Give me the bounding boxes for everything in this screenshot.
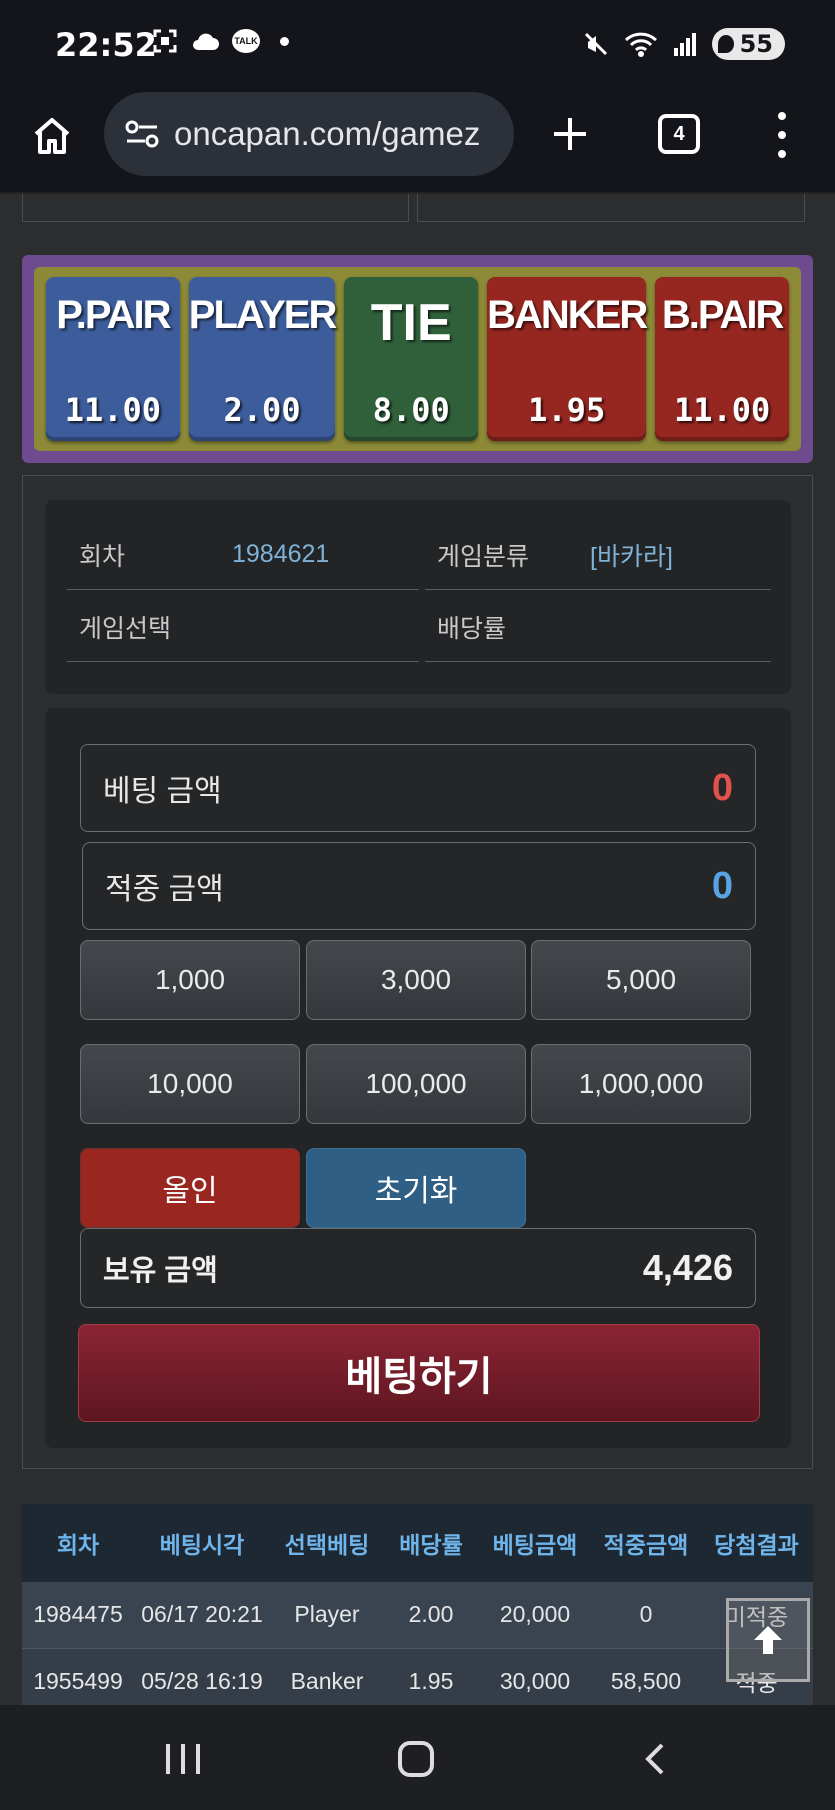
info-odds: 배당률	[425, 592, 771, 662]
table-cell: 0	[592, 1582, 700, 1648]
recent-apps-icon[interactable]	[166, 1744, 200, 1774]
win-amount-value: 0	[711, 864, 733, 907]
bet-option-label: B.PAIR	[661, 293, 785, 337]
status-icons-right: 55	[582, 28, 785, 60]
table-header-row: 회차 베팅시각 선택베팅 배당률 베팅금액 적중금액 당첨결과	[22, 1504, 813, 1582]
bet-history-table: 회차 베팅시각 선택베팅 배당률 베팅금액 적중금액 당첨결과 1984475 …	[22, 1504, 813, 1714]
bet-option-player-pair[interactable]: P.PAIR 11.00	[46, 277, 180, 441]
column-header: 베팅시각	[134, 1504, 270, 1582]
url-text[interactable]: oncapan.com/gamez	[174, 115, 480, 153]
bet-option-label: P.PAIR	[56, 293, 171, 337]
balance-field: 보유 금액 4,426	[80, 1228, 756, 1308]
address-bar[interactable]: oncapan.com/gamez	[104, 92, 514, 176]
betting-panel: 회차 1984621 게임분류 [바카라] 게임선택 배당률 베팅 금액 0 적…	[22, 475, 813, 1469]
bet-option-label: TIE	[370, 294, 452, 352]
notification-dot-icon	[280, 36, 289, 46]
back-icon[interactable]	[638, 1741, 674, 1777]
bet-option-odds: 1.95	[528, 391, 606, 429]
status-time: 22:52	[55, 26, 157, 64]
selection-label: 게임선택	[79, 614, 172, 643]
category-value: [바카라]	[590, 542, 673, 571]
info-round: 회차 1984621	[67, 520, 419, 590]
column-header: 회차	[22, 1504, 134, 1582]
reset-button[interactable]: 초기화	[306, 1148, 526, 1228]
chip-5000-button[interactable]: 5,000	[531, 940, 751, 1020]
system-nav-bar	[0, 1705, 835, 1810]
new-tab-icon[interactable]	[548, 112, 592, 156]
wifi-icon	[624, 32, 657, 57]
round-label: 회차	[79, 542, 126, 571]
balance-label: 보유 금액	[103, 1255, 218, 1287]
bet-option-label: BANKER	[487, 293, 648, 337]
bet-option-odds: 11.00	[673, 391, 771, 429]
table-cell: 1984475	[22, 1582, 134, 1648]
home-nav-icon[interactable]	[398, 1741, 434, 1777]
mute-icon	[584, 32, 607, 56]
table-cell: Player	[270, 1582, 384, 1648]
bet-option-tie[interactable]: TIE 8.00	[344, 277, 479, 441]
signal-icon	[673, 33, 696, 56]
info-selection: 게임선택	[67, 592, 419, 662]
table-cell: 2.00	[384, 1582, 478, 1648]
status-icons-left: TALK	[152, 28, 289, 54]
column-header: 선택베팅	[270, 1504, 384, 1582]
bet-option-banker[interactable]: BANKER 1.95	[487, 277, 648, 441]
tab-switcher-button[interactable]: 4	[658, 114, 700, 154]
status-bar: 22:52 TALK 55	[0, 0, 835, 92]
bet-amount-label: 베팅 금액	[103, 775, 222, 808]
talk-icon: TALK	[232, 29, 260, 53]
partial-panel-right	[417, 194, 805, 222]
info-row-1: 회차 1984621 게임분류 [바카라]	[67, 520, 771, 590]
bet-options-bar: P.PAIR 11.00 PLAYER 2.00 TIE 8.00 BANKER…	[22, 255, 813, 463]
battery-indicator: 55	[711, 28, 785, 60]
category-label: 게임분류	[437, 542, 530, 571]
column-header: 베팅금액	[478, 1504, 592, 1582]
win-amount-field: 적중 금액 0	[82, 842, 756, 930]
cloud-icon	[193, 33, 219, 50]
chip-100000-button[interactable]: 100,000	[306, 1044, 526, 1124]
chip-1000000-button[interactable]: 1,000,000	[531, 1044, 751, 1124]
bet-form-card: 베팅 금액 0 적중 금액 0 1,000 3,000 5,000 10,000…	[45, 708, 791, 1448]
all-in-button[interactable]: 올인	[80, 1148, 300, 1228]
browser-toolbar: oncapan.com/gamez 4	[0, 92, 835, 194]
table-cell: 20,000	[478, 1582, 592, 1648]
odds-label: 배당률	[437, 614, 507, 643]
info-category: 게임분류 [바카라]	[425, 520, 771, 590]
game-info-card: 회차 1984621 게임분류 [바카라] 게임선택 배당률	[45, 500, 791, 694]
partial-panel-left	[22, 194, 409, 222]
scroll-to-top-button[interactable]	[726, 1598, 810, 1682]
table-cell: 06/17 20:21	[134, 1582, 270, 1648]
bet-option-banker-pair[interactable]: B.PAIR 11.00	[655, 277, 789, 441]
place-bet-button[interactable]: 베팅하기	[78, 1324, 760, 1422]
chip-1000-button[interactable]: 1,000	[80, 940, 300, 1020]
column-header: 당첨결과	[700, 1504, 813, 1582]
home-icon[interactable]	[30, 114, 74, 158]
table-row: 1984475 06/17 20:21 Player 2.00 20,000 0…	[22, 1582, 813, 1648]
info-row-2: 게임선택 배당률	[67, 592, 771, 662]
more-menu-icon[interactable]	[772, 112, 792, 158]
column-header: 배당률	[384, 1504, 478, 1582]
bet-option-odds: 11.00	[64, 391, 162, 429]
chip-3000-button[interactable]: 3,000	[306, 940, 526, 1020]
chip-10000-button[interactable]: 10,000	[80, 1044, 300, 1124]
bet-option-label: PLAYER	[188, 293, 338, 337]
round-value: 1984621	[232, 540, 330, 568]
balance-value: 4,426	[642, 1247, 733, 1288]
site-settings-icon[interactable]	[124, 119, 160, 149]
bet-option-odds: 2.00	[223, 391, 301, 429]
column-header: 적중금액	[592, 1504, 700, 1582]
arrow-up-icon	[754, 1626, 782, 1654]
bet-amount-value: 0	[711, 766, 733, 809]
bet-option-odds: 8.00	[372, 391, 450, 429]
bet-option-player[interactable]: PLAYER 2.00	[188, 277, 338, 441]
bet-amount-field[interactable]: 베팅 금액 0	[80, 744, 756, 832]
screenshot-icon	[153, 29, 177, 53]
bet-options-inner: P.PAIR 11.00 PLAYER 2.00 TIE 8.00 BANKER…	[34, 267, 801, 451]
win-amount-label: 적중 금액	[105, 873, 224, 906]
